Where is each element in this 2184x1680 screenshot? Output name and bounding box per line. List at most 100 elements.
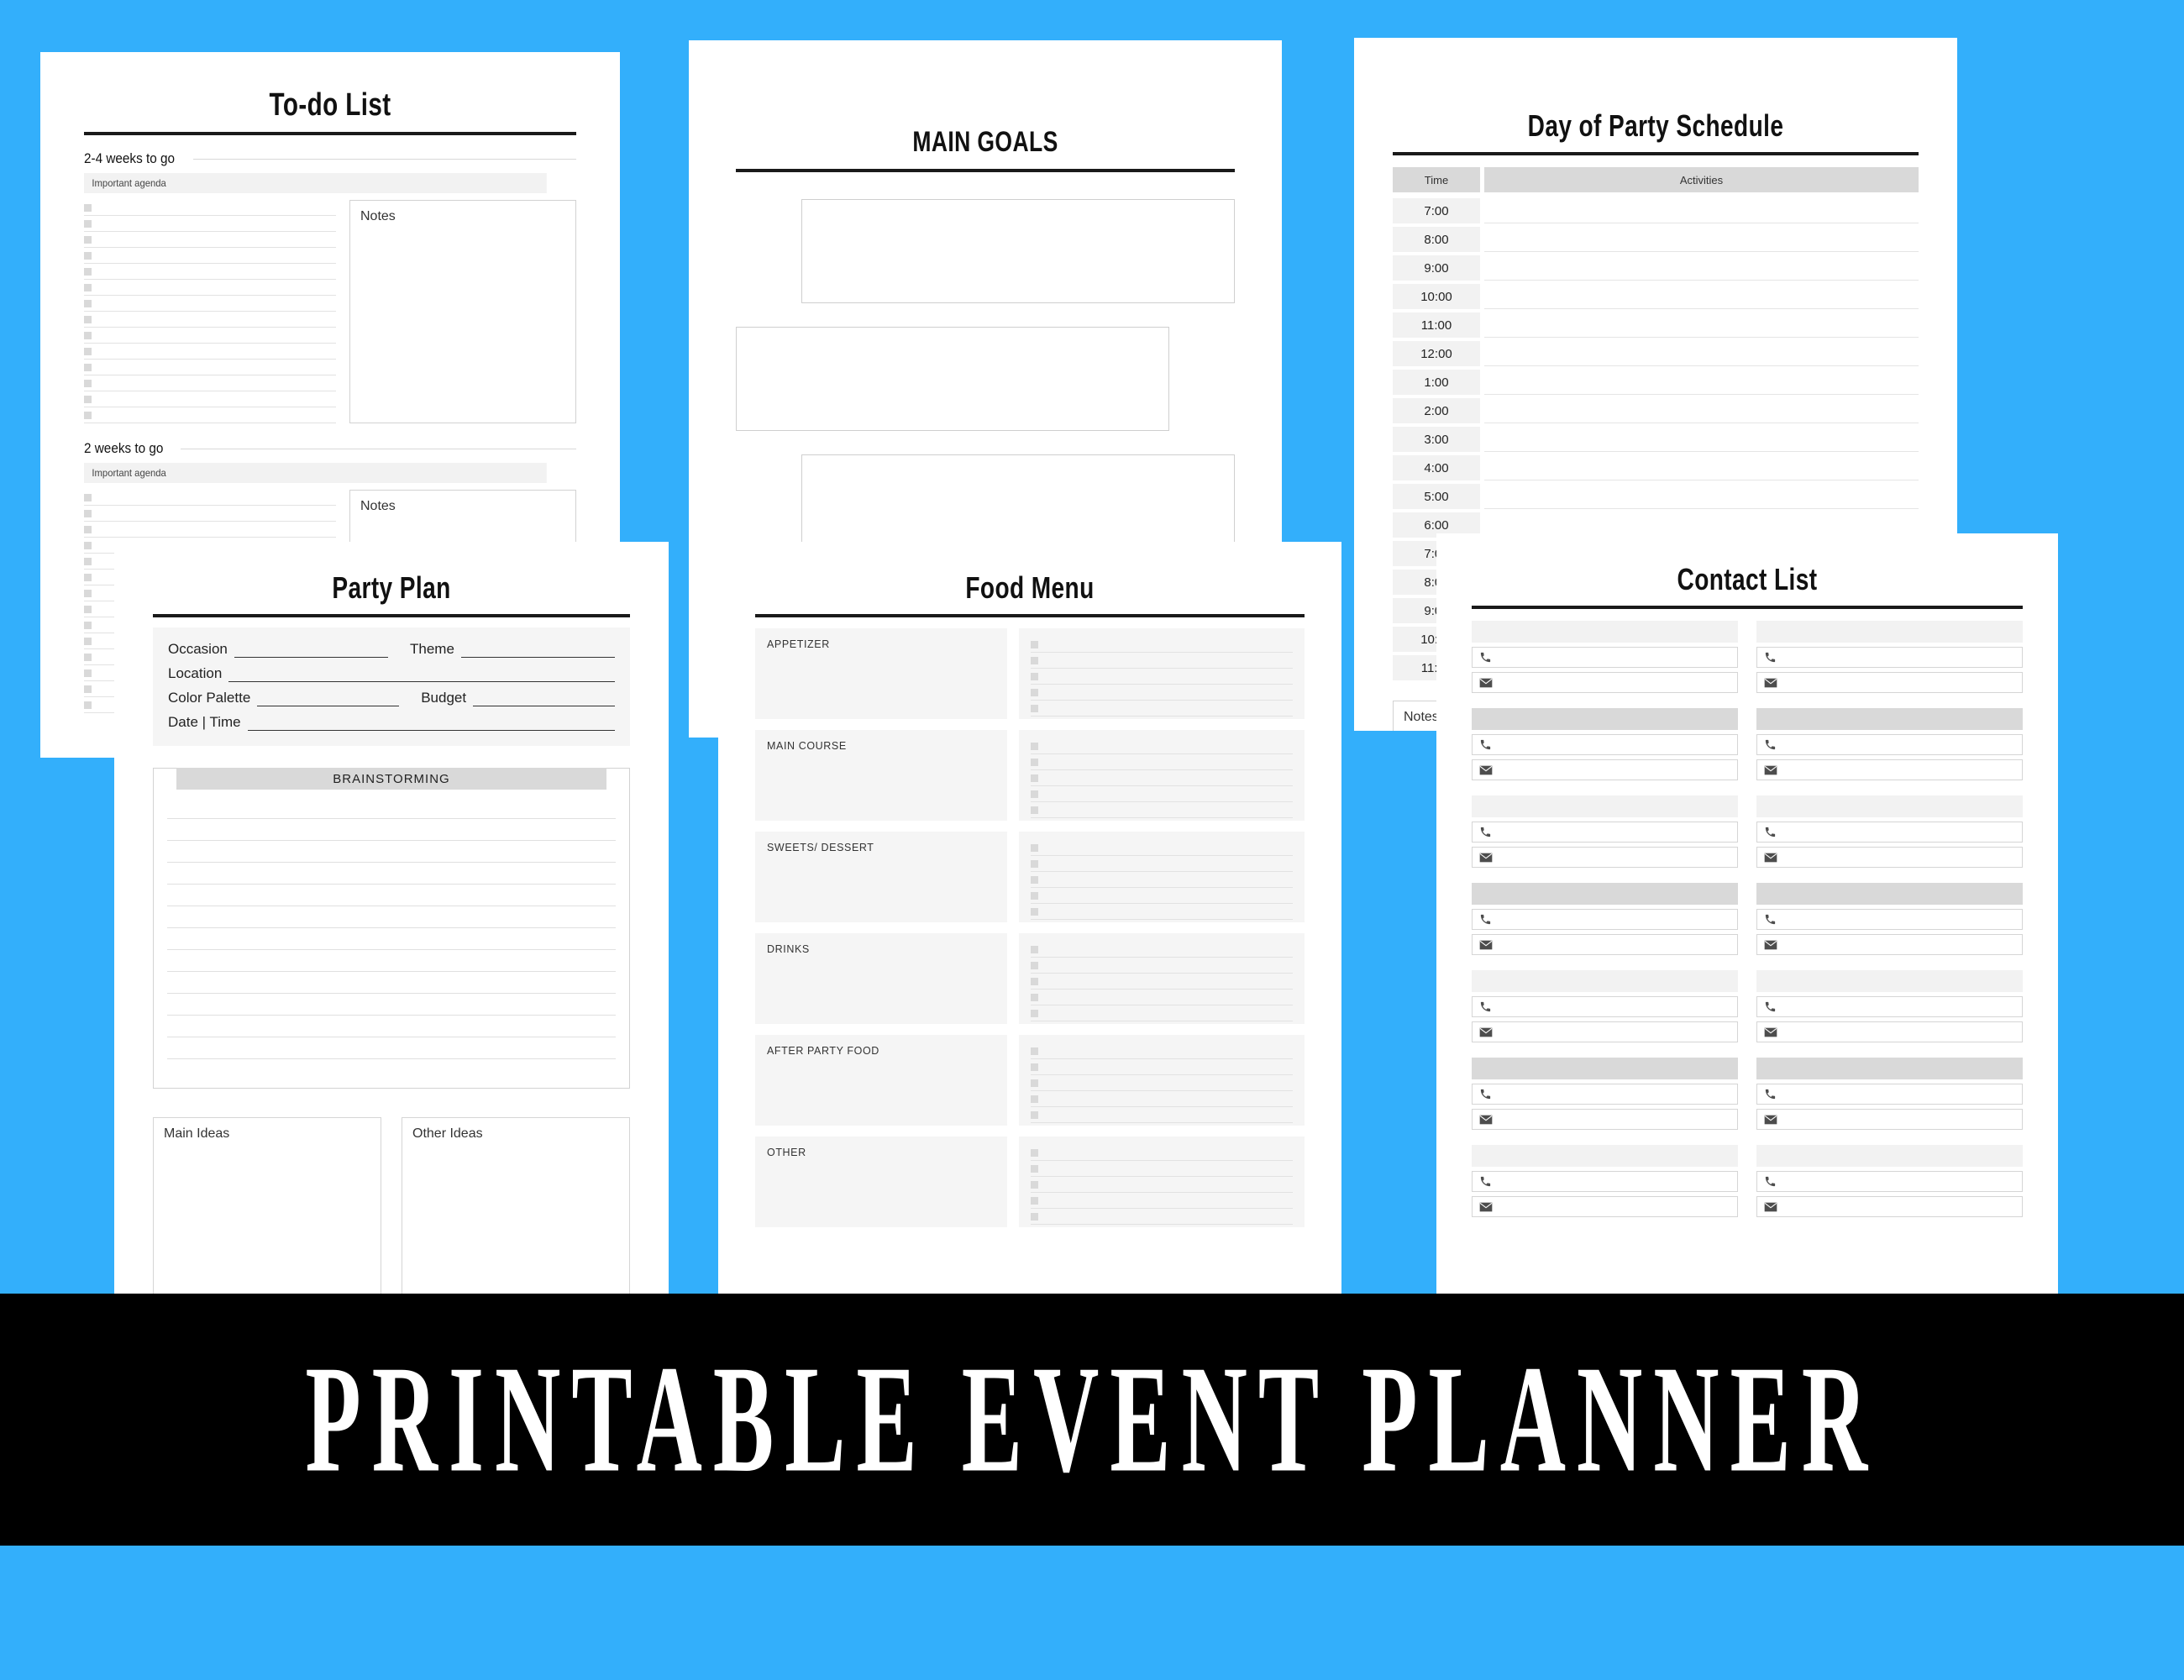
schedule-row[interactable]: 10:00 [1393, 284, 1919, 309]
checkbox-icon[interactable] [84, 493, 92, 501]
contact-phone-field[interactable] [1472, 734, 1738, 755]
food-item[interactable] [1031, 1075, 1293, 1091]
contact-card[interactable] [1756, 883, 2023, 955]
checkbox-icon[interactable] [84, 299, 92, 307]
food-item[interactable] [1031, 685, 1293, 701]
brainstorm-line[interactable] [167, 1037, 616, 1059]
contact-name-field[interactable] [1472, 621, 1738, 643]
contact-phone-field[interactable] [1472, 1171, 1738, 1192]
contact-phone-field[interactable] [1756, 734, 2023, 755]
schedule-activity-field[interactable] [1484, 427, 1919, 452]
contact-name-field[interactable] [1756, 1145, 2023, 1167]
schedule-row[interactable]: 7:00 [1393, 198, 1919, 223]
schedule-activity-field[interactable] [1484, 255, 1919, 281]
food-item[interactable] [1031, 786, 1293, 802]
schedule-activity-field[interactable] [1484, 341, 1919, 366]
food-item[interactable] [1031, 1091, 1293, 1107]
contact-phone-field[interactable] [1756, 996, 2023, 1017]
contact-name-field[interactable] [1756, 970, 2023, 992]
brainstorm-line[interactable] [167, 928, 616, 950]
checkbox-icon[interactable] [84, 573, 92, 581]
food-item[interactable] [1031, 974, 1293, 990]
checkbox-icon[interactable] [84, 251, 92, 260]
contact-name-field[interactable] [1472, 795, 1738, 817]
contact-email-field[interactable] [1472, 934, 1738, 955]
contact-email-field[interactable] [1756, 1109, 2023, 1130]
todo-line[interactable] [84, 407, 336, 423]
contact-email-field[interactable] [1472, 759, 1738, 780]
checkbox-icon[interactable] [84, 203, 92, 212]
checkbox-icon[interactable] [1031, 891, 1038, 900]
checkbox-icon[interactable] [1031, 790, 1038, 798]
todo-line[interactable] [84, 391, 336, 407]
food-item[interactable] [1031, 958, 1293, 974]
checkbox-icon[interactable] [84, 653, 92, 661]
field-input-theme[interactable] [460, 643, 616, 658]
checkbox-icon[interactable] [1031, 961, 1038, 969]
todo-line[interactable] [84, 375, 336, 391]
checkbox-icon[interactable] [1031, 742, 1038, 750]
brainstorm-line[interactable] [167, 906, 616, 928]
food-item[interactable] [1031, 1145, 1293, 1161]
checkbox-icon[interactable] [84, 669, 92, 677]
food-item[interactable] [1031, 888, 1293, 904]
contact-card[interactable] [1756, 621, 2023, 693]
schedule-activity-field[interactable] [1484, 198, 1919, 223]
food-item[interactable] [1031, 1043, 1293, 1059]
todo-line[interactable] [84, 280, 336, 296]
contact-card[interactable] [1472, 883, 1738, 955]
contact-card[interactable] [1472, 621, 1738, 693]
checkbox-icon[interactable] [1031, 875, 1038, 884]
food-item[interactable] [1031, 802, 1293, 818]
contact-name-field[interactable] [1756, 883, 2023, 905]
checkbox-icon[interactable] [1031, 1047, 1038, 1055]
checkbox-icon[interactable] [1031, 672, 1038, 680]
contact-name-field[interactable] [1756, 795, 2023, 817]
contact-phone-field[interactable] [1756, 1084, 2023, 1105]
brainstorm-line[interactable] [167, 972, 616, 994]
checkbox-icon[interactable] [1031, 993, 1038, 1001]
contact-email-field[interactable] [1472, 1021, 1738, 1042]
brainstorm-line[interactable] [167, 863, 616, 885]
checkbox-icon[interactable] [84, 331, 92, 339]
checkbox-icon[interactable] [1031, 688, 1038, 696]
todo-line[interactable] [84, 264, 336, 280]
contact-email-field[interactable] [1756, 759, 2023, 780]
food-item[interactable] [1031, 840, 1293, 856]
contact-name-field[interactable] [1756, 621, 2023, 643]
contact-name-field[interactable] [1756, 708, 2023, 730]
food-item[interactable] [1031, 1005, 1293, 1021]
todo-line[interactable] [84, 506, 336, 522]
checkbox-icon[interactable] [84, 347, 92, 355]
todo-line[interactable] [84, 216, 336, 232]
field-input-color-palette[interactable] [257, 692, 400, 706]
contact-phone-field[interactable] [1472, 1084, 1738, 1105]
food-item[interactable] [1031, 1193, 1293, 1209]
checkbox-icon[interactable] [1031, 1180, 1038, 1189]
todo-line[interactable] [84, 360, 336, 375]
checkbox-icon[interactable] [1031, 1009, 1038, 1017]
schedule-row[interactable]: 11:00 [1393, 312, 1919, 338]
food-item[interactable] [1031, 770, 1293, 786]
contact-email-field[interactable] [1472, 847, 1738, 868]
field-input-date-time[interactable] [247, 717, 615, 731]
contact-name-field[interactable] [1472, 1145, 1738, 1167]
checkbox-icon[interactable] [84, 395, 92, 403]
schedule-row[interactable]: 3:00 [1393, 427, 1919, 452]
brainstorm-line[interactable] [167, 1059, 616, 1081]
checkbox-icon[interactable] [84, 315, 92, 323]
contact-phone-field[interactable] [1472, 822, 1738, 843]
todo-line[interactable] [84, 328, 336, 344]
checkbox-icon[interactable] [84, 637, 92, 645]
schedule-row[interactable]: 1:00 [1393, 370, 1919, 395]
contact-phone-field[interactable] [1472, 909, 1738, 930]
contact-email-field[interactable] [1756, 1196, 2023, 1217]
contact-name-field[interactable] [1472, 1058, 1738, 1079]
checkbox-icon[interactable] [84, 589, 92, 597]
brainstorm-line[interactable] [167, 950, 616, 972]
schedule-activity-field[interactable] [1484, 455, 1919, 480]
checkbox-icon[interactable] [84, 541, 92, 549]
food-item[interactable] [1031, 1059, 1293, 1075]
contact-name-field[interactable] [1472, 708, 1738, 730]
food-item[interactable] [1031, 1107, 1293, 1123]
